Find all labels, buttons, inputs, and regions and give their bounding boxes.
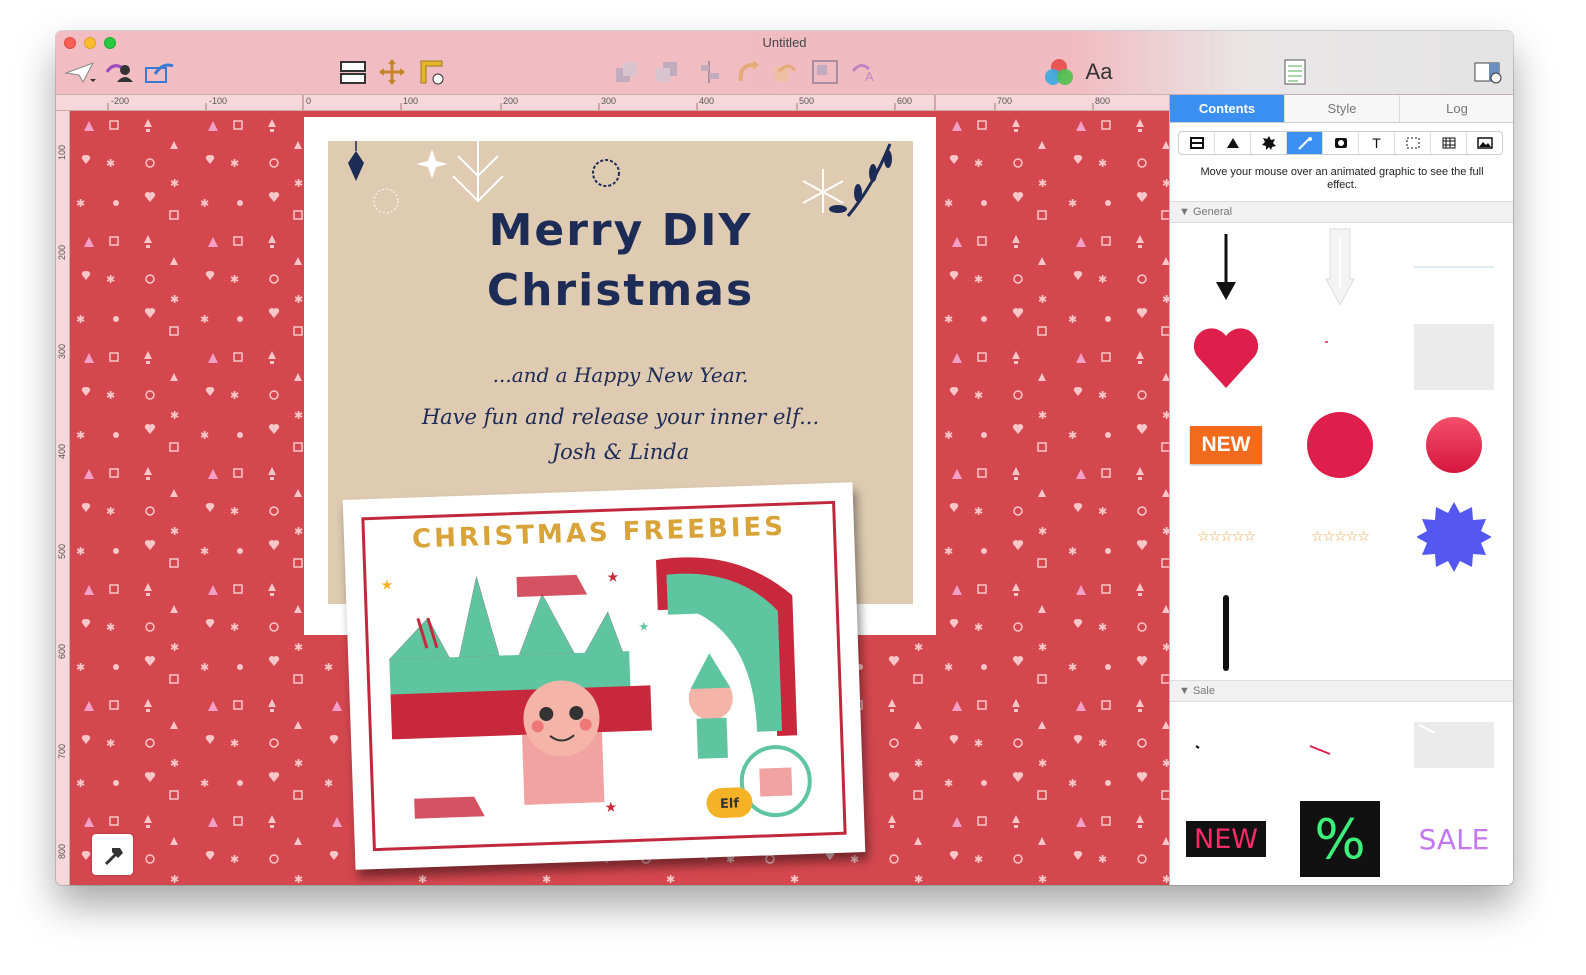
gallery-line[interactable] — [1404, 227, 1504, 307]
card-message: Have fun and release your inner elf... — [421, 405, 820, 429]
ruler-icon[interactable] — [417, 57, 447, 87]
gallery-stars-outline[interactable]: ☆☆☆☆☆ — [1176, 497, 1276, 577]
new-badge-label: NEW — [1190, 426, 1262, 464]
selection-icon[interactable] — [1395, 132, 1431, 154]
gallery-arrow-outline[interactable] — [1290, 227, 1390, 307]
window-title: Untitled — [762, 35, 807, 50]
gallery-circle-red[interactable] — [1290, 405, 1390, 485]
gallery-stars-outline-2[interactable]: ☆☆☆☆☆ — [1290, 497, 1390, 577]
gallery-gray-box[interactable] — [1404, 317, 1504, 397]
inspector-tabs: Contents Style Log — [1170, 95, 1513, 123]
gallery-sale-dot[interactable] — [1176, 705, 1276, 785]
svg-text:★: ★ — [606, 569, 619, 585]
gallery-sale-text[interactable]: SALE — [1404, 799, 1504, 879]
gallery-neon-new[interactable]: NEW — [1176, 799, 1276, 879]
layout-icon[interactable] — [338, 57, 368, 87]
inspector-toggle-icon[interactable] — [1472, 57, 1504, 87]
card-title-line1: Merry DIY — [488, 205, 753, 256]
gallery-sale-dash[interactable] — [1290, 705, 1390, 785]
fonts-button[interactable]: Aa — [1082, 57, 1116, 87]
inspector-panel: Contents Style Log T Move your mouse ove… — [1169, 95, 1513, 885]
section-sale[interactable]: ▼ Sale — [1170, 680, 1513, 702]
hint-text: Move your mouse over an animated graphic… — [1200, 166, 1484, 191]
hammer-icon — [104, 847, 123, 865]
burst-icon[interactable] — [1251, 132, 1287, 154]
christmas-freebies-image[interactable]: CHRISTMAS FREEBIES Elf ★ ★ ★ ★ — [342, 482, 866, 870]
section-general[interactable]: ▼ General — [1170, 201, 1513, 223]
bring-front-icon[interactable] — [612, 57, 642, 87]
triangle-icon[interactable] — [1215, 132, 1251, 154]
ruler-label: 300 — [57, 344, 67, 360]
vertical-ruler: 100 200 300 400 500 600 700 800 — [56, 111, 70, 885]
neon-new-label: NEW — [1186, 821, 1266, 857]
card-greeting: ...and a Happy New Year. — [492, 363, 749, 387]
gallery-percent[interactable]: % — [1290, 799, 1390, 879]
flip-icon[interactable] — [770, 57, 800, 87]
app-window: Untitled A Aa -200 -100 0 100 200 300 40… — [56, 31, 1513, 885]
ruler-label: 600 — [57, 644, 67, 660]
text-path-icon[interactable]: A — [848, 57, 882, 87]
gallery-sale-box[interactable] — [1404, 705, 1504, 785]
tab-log[interactable]: Log — [1400, 95, 1513, 122]
image-icon[interactable] — [1323, 132, 1359, 154]
gallery-vertical-bar[interactable] — [1176, 593, 1276, 673]
gallery-arrow-down[interactable] — [1176, 227, 1276, 307]
percent-label: % — [1300, 801, 1380, 877]
svg-text:★: ★ — [604, 800, 617, 816]
card-signature: Josh & Linda — [551, 440, 690, 464]
align-icon[interactable] — [694, 57, 724, 87]
section-sale-label: Sale — [1192, 685, 1215, 697]
ruler-label: 200 — [57, 245, 67, 261]
move-icon[interactable] — [377, 57, 407, 87]
svg-text:★: ★ — [638, 619, 649, 633]
card-title-line2: Christmas — [486, 265, 755, 316]
gallery-new-badge[interactable]: NEW — [1176, 405, 1276, 485]
ruler-label: 700 — [57, 744, 67, 760]
gallery-dot[interactable] — [1290, 317, 1390, 397]
document-canvas[interactable]: ✱ ✱ ✱ — [70, 111, 1169, 885]
send-icon[interactable] — [62, 57, 98, 87]
tab-contents[interactable]: Contents — [1170, 95, 1285, 122]
disclosure-triangle-icon: ▼ — [1179, 206, 1193, 218]
shape-icon[interactable] — [1179, 132, 1215, 154]
elf-badge: Elf — [720, 796, 740, 812]
content-type-selector: T — [1178, 131, 1503, 155]
tab-style[interactable]: Style — [1285, 95, 1400, 122]
photo-icon[interactable] — [1467, 132, 1502, 154]
tools-button[interactable] — [92, 834, 133, 875]
horizontal-ruler: -200 -100 0 100 200 300 400 500 600 700 … — [56, 95, 1169, 111]
send-back-icon[interactable] — [652, 57, 682, 87]
gallery-heart[interactable] — [1176, 317, 1276, 397]
group-icon[interactable] — [810, 57, 840, 87]
pattern-icon[interactable] — [1431, 132, 1467, 154]
svg-text:A: A — [865, 69, 874, 84]
share-user-icon[interactable] — [102, 57, 138, 87]
checklist-icon[interactable] — [1280, 57, 1310, 87]
ruler-label: 500 — [57, 544, 67, 560]
colors-icon[interactable] — [1042, 57, 1076, 87]
export-icon[interactable] — [142, 57, 178, 87]
title-bar: Untitled A Aa — [56, 31, 1513, 95]
ruler-label: 800 — [57, 844, 67, 860]
text-icon[interactable]: T — [1359, 132, 1395, 154]
rotate-icon[interactable] — [732, 57, 762, 87]
animation-icon[interactable] — [1287, 132, 1323, 154]
disclosure-triangle-icon: ▼ — [1179, 685, 1193, 697]
gallery-circle-gradient[interactable] — [1404, 405, 1504, 485]
section-general-label: General — [1192, 206, 1233, 218]
elf-craft-illustration: Elf ★ ★ ★ ★ — [380, 557, 812, 819]
svg-text:★: ★ — [380, 577, 393, 593]
ruler-ticks — [107, 95, 1094, 110]
freebie-frame: CHRISTMAS FREEBIES Elf ★ ★ ★ ★ — [361, 500, 847, 852]
gallery-starburst[interactable] — [1404, 497, 1504, 577]
ruler-label: 400 — [57, 444, 67, 460]
ruler-label: 100 — [57, 145, 67, 161]
